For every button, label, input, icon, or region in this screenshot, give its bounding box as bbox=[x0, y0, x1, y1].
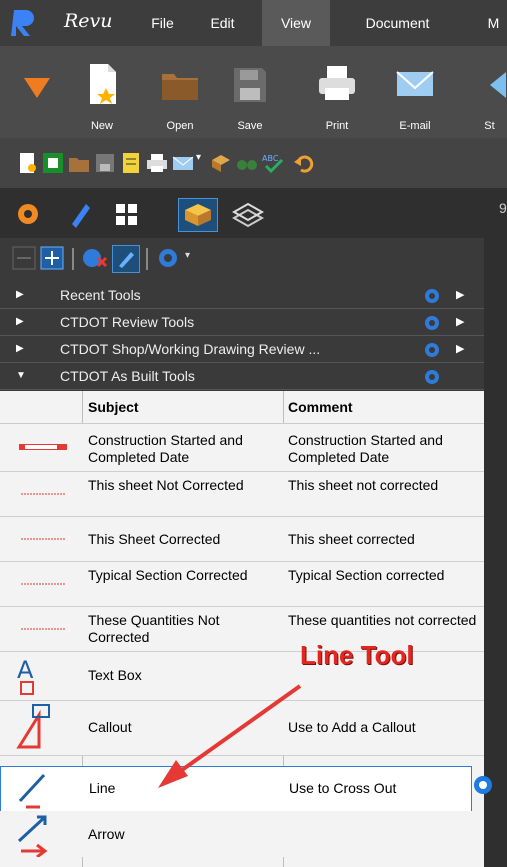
subject-column-header[interactable]: Subject bbox=[88, 399, 139, 415]
remove-tool-icon[interactable] bbox=[80, 246, 108, 270]
email-button[interactable]: E-mail bbox=[385, 56, 445, 136]
panel-tool-row: ▾ bbox=[0, 238, 484, 282]
print-button[interactable]: Print bbox=[307, 56, 367, 136]
expand-arrow-icon: ▶ bbox=[16, 316, 24, 327]
tools-table: Subject Comment Construction Started and… bbox=[0, 391, 484, 867]
section-gear-icon[interactable] bbox=[423, 341, 441, 359]
open-button[interactable]: Open bbox=[150, 56, 210, 136]
section-ctdot-as-built-tools[interactable]: ▼ CTDOT As Built Tools bbox=[0, 363, 484, 390]
email-small-icon[interactable] bbox=[172, 152, 194, 174]
comment-column-header[interactable]: Comment bbox=[288, 399, 353, 415]
collapse-arrow-icon: ▼ bbox=[16, 370, 26, 381]
annotation-arrow-icon bbox=[158, 684, 302, 788]
expand-arrow-icon: ▶ bbox=[16, 289, 24, 300]
text-box-icon: A bbox=[17, 656, 34, 695]
menu-document[interactable]: Document bbox=[350, 0, 445, 46]
section-menu-icon[interactable]: ▶ bbox=[456, 336, 464, 362]
callout-icon bbox=[16, 704, 50, 749]
table-row[interactable]: Construction Started and Completed Date … bbox=[0, 424, 484, 472]
menu-view[interactable]: View bbox=[262, 0, 330, 46]
undo-icon[interactable] bbox=[292, 152, 314, 174]
expand-arrow-icon: ▶ bbox=[16, 343, 24, 354]
toolbar-divider bbox=[146, 248, 148, 270]
open-small-icon[interactable] bbox=[68, 152, 90, 174]
line-tool-annotation: Line Tool bbox=[300, 640, 414, 670]
stamp-thumbnail-icon bbox=[21, 628, 65, 630]
menu-more[interactable]: M bbox=[480, 0, 507, 46]
section-menu-icon[interactable]: ▶ bbox=[456, 282, 464, 308]
new-small-icon[interactable] bbox=[16, 152, 38, 174]
table-row[interactable]: This Sheet Corrected This sheet correcte… bbox=[0, 517, 484, 562]
stamp-thumbnail-icon bbox=[19, 444, 67, 450]
quick-access-toolbar: ▾ ABC bbox=[0, 138, 507, 188]
stamp-thumbnail-icon bbox=[21, 493, 65, 495]
spellcheck-icon[interactable]: ABC bbox=[262, 152, 284, 174]
arrow-tool-icon bbox=[17, 815, 48, 857]
save-small-icon[interactable] bbox=[94, 152, 116, 174]
table-row[interactable]: Arrow bbox=[0, 811, 484, 857]
tab-bookmarks-icon[interactable] bbox=[60, 198, 98, 230]
binoculars-icon[interactable] bbox=[236, 152, 258, 174]
ribbon-toolbar: New Open Save Print E-mail St bbox=[0, 46, 507, 138]
section-recent-tools[interactable]: ▶ Recent Tools ▶ bbox=[0, 282, 484, 309]
settings-dropdown-icon[interactable]: ▾ bbox=[185, 250, 190, 261]
notes-icon[interactable] bbox=[120, 152, 142, 174]
settings-gear-icon[interactable] bbox=[156, 246, 180, 270]
document-pane: 9 bbox=[484, 188, 507, 867]
collapse-all-icon[interactable] bbox=[12, 246, 36, 270]
stamp-thumbnail-icon bbox=[21, 538, 65, 540]
print-icon bbox=[319, 66, 355, 100]
scroll-handle-dot bbox=[479, 781, 487, 789]
menu-bar: Revu File Edit View Document M bbox=[0, 0, 507, 46]
print-small-icon[interactable] bbox=[146, 152, 168, 174]
tool-chest-icon bbox=[185, 204, 211, 226]
save-button[interactable]: Save bbox=[220, 56, 280, 136]
pencil-icon bbox=[119, 252, 134, 268]
stamp-thumbnail-icon bbox=[21, 583, 65, 585]
svg-text:A: A bbox=[17, 656, 34, 684]
panel-tabs bbox=[0, 188, 484, 238]
section-gear-icon[interactable] bbox=[423, 368, 441, 386]
save-icon bbox=[234, 68, 266, 102]
scroll-handle[interactable] bbox=[474, 776, 492, 794]
toolbar-divider bbox=[72, 248, 74, 270]
tab-thumbnails-icon[interactable] bbox=[12, 198, 50, 230]
properties-mode-button[interactable] bbox=[112, 245, 140, 273]
app-brand: Revu bbox=[64, 10, 113, 32]
package-icon[interactable] bbox=[210, 152, 232, 174]
new-button[interactable]: New bbox=[72, 56, 132, 136]
section-gear-icon[interactable] bbox=[423, 287, 441, 305]
table-row[interactable]: This sheet Not Corrected This sheet not … bbox=[0, 472, 484, 517]
menu-edit[interactable]: Edit bbox=[195, 0, 250, 46]
expand-all-icon[interactable] bbox=[40, 246, 64, 270]
menu-file[interactable]: File bbox=[135, 0, 190, 46]
section-ctdot-review-tools[interactable]: ▶ CTDOT Review Tools ▶ bbox=[0, 309, 484, 336]
section-ctdot-shop-review[interactable]: ▶ CTDOT Shop/Working Drawing Review ... … bbox=[0, 336, 484, 363]
st-icon bbox=[490, 72, 506, 98]
email-icon bbox=[396, 71, 434, 96]
table-row[interactable]: Typical Section Corrected Typical Sectio… bbox=[0, 562, 484, 607]
tab-layers-icon[interactable] bbox=[228, 198, 266, 230]
line-tool-icon bbox=[18, 773, 46, 809]
open-icon bbox=[162, 74, 198, 100]
frame-icon[interactable] bbox=[42, 152, 64, 174]
new-icon bbox=[90, 64, 116, 104]
dropdown-triangle-icon[interactable] bbox=[22, 76, 52, 100]
section-menu-icon[interactable]: ▶ bbox=[456, 309, 464, 335]
revu-logo-icon bbox=[11, 10, 34, 36]
svg-text:ABC: ABC bbox=[262, 154, 279, 163]
dropdown-arrow-icon[interactable]: ▾ bbox=[196, 152, 201, 163]
tab-grid-icon[interactable] bbox=[108, 198, 146, 230]
table-header: Subject Comment bbox=[0, 391, 484, 424]
st-button[interactable]: St bbox=[472, 56, 507, 136]
tab-tool-chest[interactable] bbox=[178, 198, 218, 232]
section-gear-icon[interactable] bbox=[423, 314, 441, 332]
